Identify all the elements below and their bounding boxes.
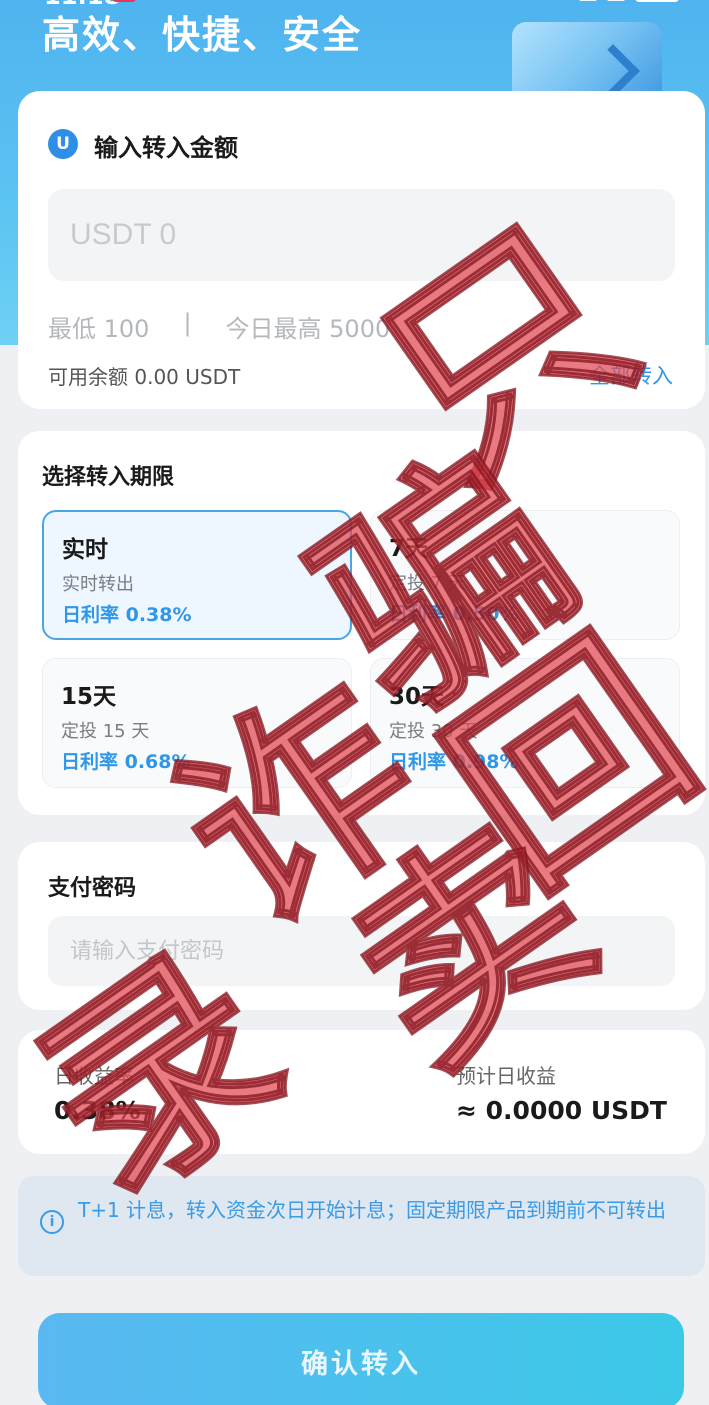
term-option-15-days[interactable]: 15天 定投 15 天 日利率 0.68% [42,658,352,788]
daily-rate-value: 0.38% [54,1096,141,1125]
limit-separator: | [183,309,192,337]
payment-password-input[interactable] [48,916,675,986]
amount-input[interactable] [48,189,675,281]
notification-badge-icon [112,0,136,2]
wifi-icon [607,0,625,1]
term-option-name: 30天 [389,684,445,710]
term-option-realtime[interactable]: 实时 实时转出 日利率 0.38% [42,510,352,640]
term-option-rate: 日利率 0.50% [389,603,519,625]
term-option-name: 7天 [389,536,429,562]
info-icon: i [40,1210,64,1234]
limit-row: 最低 100 | 今日最高 5000 [48,309,390,344]
term-option-desc: 定投 30 天 [389,721,478,742]
amount-card: U 输入转入金额 最低 100 | 今日最高 5000 可用余额 0.00 US… [18,91,705,409]
max-limit: 今日最高 5000 [225,315,391,343]
min-limit: 最低 100 [48,315,150,343]
term-option-desc: 实时转出 [62,574,134,595]
shield-icon [512,22,662,102]
confirm-transfer-button[interactable]: 确认转入 [38,1313,684,1405]
term-card: 选择转入期限 实时 实时转出 日利率 0.38% 7天 定投 7 天 日利率 0… [18,431,705,815]
term-option-7-days[interactable]: 7天 定投 7 天 日利率 0.50% [370,510,680,640]
estimated-yield-value: ≈ 0.0000 USDT [456,1096,667,1125]
term-option-name: 实时 [62,537,108,563]
term-option-rate: 日利率 0.38% [62,604,192,626]
usdt-icon: U [48,129,78,159]
term-option-desc: 定投 7 天 [389,573,466,594]
daily-rate-label: 日收益率 [54,1064,134,1088]
term-option-rate: 日利率 0.98% [389,751,519,773]
term-card-title: 选择转入期限 [42,465,175,490]
password-card: 支付密码 [18,842,705,1010]
hero-title: 高效、快捷、安全 [42,13,363,57]
transfer-all-link[interactable]: 全部转入 [589,360,673,390]
notice-box: i T+1 计息，转入资金次日开始计息；固定期限产品到期前不可转出 [18,1176,705,1276]
status-icons: 46 [579,0,679,2]
available-balance: 可用余额 0.00 USDT [48,365,241,389]
estimated-yield-label: 预计日收益 [456,1064,556,1088]
term-option-name: 15天 [61,684,117,710]
term-option-desc: 定投 15 天 [61,721,150,742]
term-option-rate: 日利率 0.68% [61,751,191,773]
amount-card-title: 输入转入金额 [94,134,238,162]
password-card-title: 支付密码 [48,876,137,901]
term-option-30-days[interactable]: 30天 定投 30 天 日利率 0.98% [370,658,680,788]
notice-text: T+1 计息，转入资金次日开始计息；固定期限产品到期前不可转出 [78,1198,667,1222]
yield-card: 日收益率 0.38% 预计日收益 ≈ 0.0000 USDT [18,1030,705,1154]
signal-icon [579,0,597,1]
battery-icon: 46 [635,0,679,2]
